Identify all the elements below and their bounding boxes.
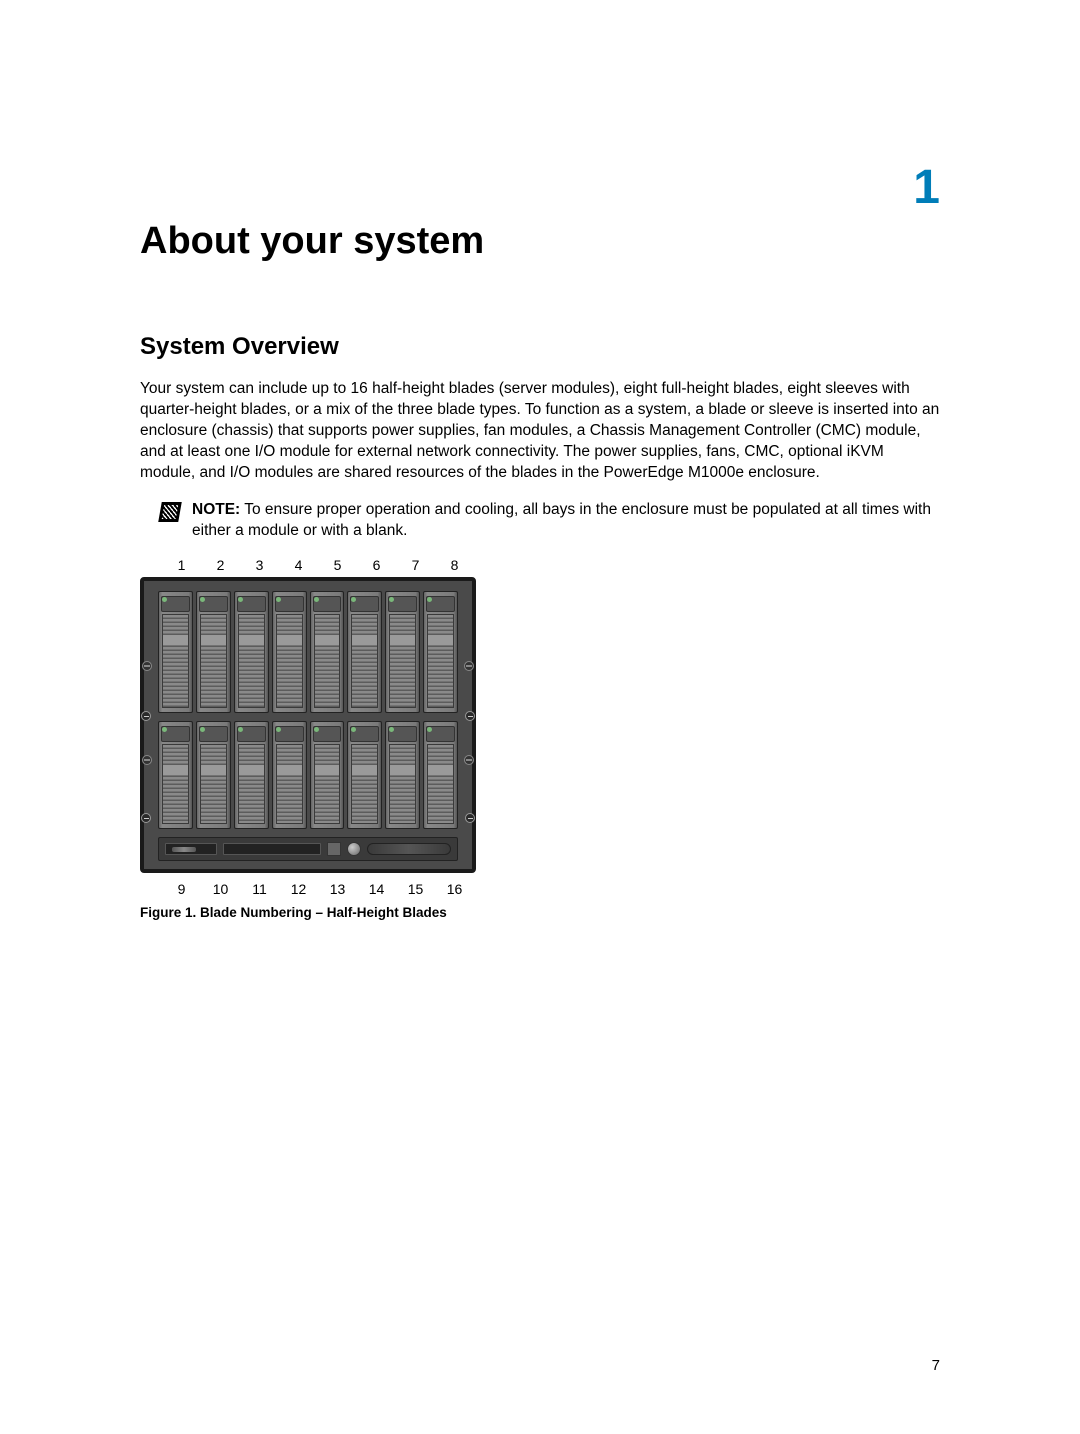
port-indicator-icon [238,727,243,732]
slot-number: 14 [357,881,396,897]
screw-icon [464,661,474,671]
slot-number: 13 [318,881,357,897]
front-panel-slot [223,843,321,855]
blade-slot [385,591,420,713]
blade-slot [158,591,193,713]
blade-slot [196,591,231,713]
blade-slot [272,591,307,713]
port-indicator-icon [427,727,432,732]
blade-row-top [158,591,458,713]
figure-bottom-numbers: 9 10 11 12 13 14 15 16 [162,881,940,897]
blade-slot [158,721,193,829]
note-icon [158,502,182,522]
document-page: 1 About your system System Overview Your… [0,0,1080,1434]
slot-number: 5 [318,557,357,573]
blade-slot [272,721,307,829]
slot-number: 1 [162,557,201,573]
blade-slot [423,591,458,713]
blade-slot [310,721,345,829]
port-indicator-icon [200,597,205,602]
blade-slot [423,721,458,829]
latch-icon [465,711,475,721]
blade-row-bottom [158,721,458,829]
front-panel-slot [165,843,217,855]
slot-number: 4 [279,557,318,573]
slot-number: 12 [279,881,318,897]
page-number: 7 [932,1357,940,1374]
port-indicator-icon [276,727,281,732]
chassis-front-panel [158,837,458,861]
chapter-title: About your system [140,220,940,263]
port-indicator-icon [200,727,205,732]
port-indicator-icon [276,597,281,602]
slot-number: 6 [357,557,396,573]
blade-slot [234,721,269,829]
port-indicator-icon [314,597,319,602]
slot-number: 16 [435,881,474,897]
screw-icon [464,755,474,765]
latch-icon [141,711,151,721]
port-indicator-icon [162,727,167,732]
note-body: To ensure proper operation and cooling, … [192,501,931,539]
chassis-diagram [140,577,476,873]
slot-number: 11 [240,881,279,897]
slot-number: 9 [162,881,201,897]
blade-slot [385,721,420,829]
slot-number: 2 [201,557,240,573]
port-indicator-icon [351,597,356,602]
slot-number: 3 [240,557,279,573]
blade-slot [347,721,382,829]
front-panel-button-icon [327,842,341,856]
port-indicator-icon [389,597,394,602]
note-label: NOTE: [192,501,240,518]
latch-icon [465,813,475,823]
figure: 1 2 3 4 5 6 7 8 [140,557,940,920]
blade-slot [310,591,345,713]
slot-number: 8 [435,557,474,573]
port-indicator-icon [389,727,394,732]
front-panel-trim [367,843,451,855]
figure-caption: Figure 1. Blade Numbering – Half-Height … [140,905,940,920]
blade-slot [347,591,382,713]
port-indicator-icon [427,597,432,602]
blade-slot [234,591,269,713]
power-button-icon [347,842,361,856]
figure-top-numbers: 1 2 3 4 5 6 7 8 [162,557,940,573]
slot-number: 15 [396,881,435,897]
blade-slot [196,721,231,829]
latch-icon [141,813,151,823]
port-indicator-icon [351,727,356,732]
note-block: NOTE: To ensure proper operation and coo… [160,500,940,542]
screw-icon [142,755,152,765]
port-indicator-icon [314,727,319,732]
slot-number: 7 [396,557,435,573]
section-title: System Overview [140,333,940,361]
chapter-number: 1 [913,160,940,215]
port-indicator-icon [162,597,167,602]
screw-icon [142,661,152,671]
port-indicator-icon [238,597,243,602]
note-text: NOTE: To ensure proper operation and coo… [192,500,940,542]
overview-paragraph: Your system can include up to 16 half-he… [140,379,940,484]
slot-number: 10 [201,881,240,897]
